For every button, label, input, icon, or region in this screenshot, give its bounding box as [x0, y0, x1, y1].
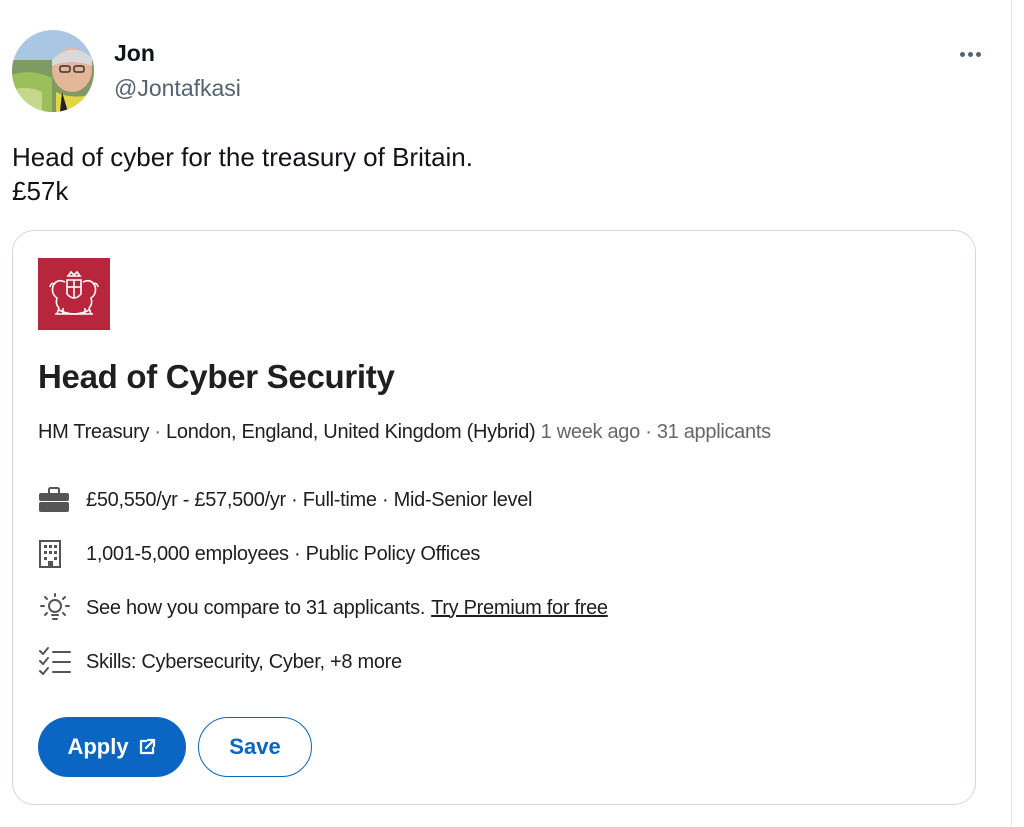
more-horizontal-icon [959, 51, 965, 57]
tweet-text: Head of cyber for the treasury of Britai… [12, 140, 972, 208]
author-handle[interactable]: @Jontafkasi [114, 74, 241, 102]
save-button[interactable]: Save [198, 717, 312, 777]
applicant-count: 31 applicants [656, 421, 771, 443]
avatar[interactable] [12, 30, 94, 112]
posted-time: 1 week ago [540, 421, 641, 443]
compare-text: See how you compare to 31 applicants. [86, 596, 426, 619]
apply-button-label: Apply [67, 734, 129, 759]
save-button-label: Save [229, 734, 281, 759]
skills-row: Skills: Cybersecurity, Cyber, +8 more [38, 646, 402, 678]
separator: · [639, 421, 657, 443]
compare-row: See how you compare to 31 applicants. Tr… [38, 592, 608, 624]
salary-text: £50,550/yr - £57,500/yr · Full-time · Mi… [86, 488, 533, 511]
tweet-text-line: £57k [12, 176, 69, 206]
external-link-icon [137, 737, 157, 757]
salary-row: £50,550/yr - £57,500/yr · Full-time · Mi… [38, 484, 533, 516]
hm-treasury-logo [38, 258, 110, 330]
apply-button[interactable]: Apply [38, 717, 186, 777]
building-icon [38, 538, 74, 570]
tweet-text-line: Head of cyber for the treasury of Britai… [12, 142, 473, 172]
company-size-row: 1,001-5,000 employees · Public Policy Of… [38, 538, 480, 570]
tweet-header: Jon @Jontafkasi [12, 30, 992, 114]
separator: · [149, 421, 167, 443]
briefcase-icon [38, 484, 74, 516]
skills-text: Skills: Cybersecurity, Cyber, +8 more [86, 650, 402, 673]
job-title[interactable]: Head of Cyber Security [38, 357, 395, 397]
lightbulb-icon [38, 592, 74, 624]
try-premium-link[interactable]: Try Premium for free [431, 597, 608, 620]
job-posting-card[interactable]: Head of Cyber Security HM Treasury · Lon… [12, 230, 976, 805]
job-meta-line: HM Treasury · London, England, United Ki… [38, 419, 771, 445]
scrollbar-edge [1011, 0, 1012, 827]
author-display-name[interactable]: Jon [114, 40, 155, 66]
company-size-text: 1,001-5,000 employees · Public Policy Of… [86, 542, 481, 565]
more-options-button[interactable] [950, 38, 990, 70]
more-horizontal-icon [975, 51, 981, 57]
royal-coat-of-arms-icon [49, 270, 99, 315]
company-name[interactable]: HM Treasury [38, 421, 149, 443]
job-location: London, England, United Kingdom (Hybrid) [166, 421, 536, 443]
more-horizontal-icon [967, 51, 973, 57]
checklist-icon [38, 646, 74, 678]
